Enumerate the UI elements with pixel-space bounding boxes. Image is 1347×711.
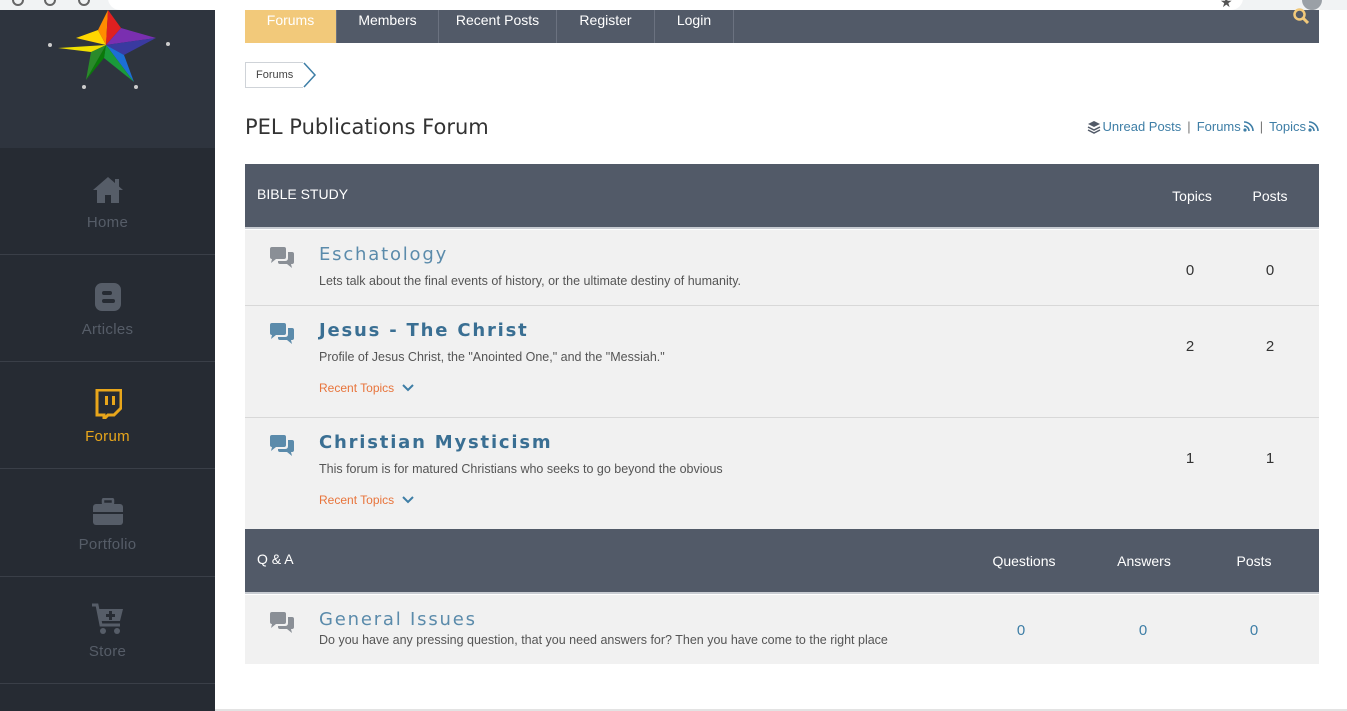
section-header-bible-study: BIBLE STUDY Topics Posts: [245, 164, 1319, 229]
topics-rss-label: Topics: [1269, 119, 1306, 134]
sidebar-item-label: Store: [88, 642, 127, 660]
forums-rss-label: Forums: [1196, 119, 1241, 134]
recent-topics-label: Recent Topics: [319, 493, 395, 507]
reload-icon[interactable]: [78, 0, 90, 6]
column-header-answers: Answers: [1117, 553, 1171, 569]
posts-count: 2: [1265, 338, 1275, 355]
rss-icon: [1308, 121, 1319, 132]
separator: |: [1187, 119, 1191, 134]
column-header-posts: Posts: [1252, 188, 1288, 204]
forward-icon[interactable]: [44, 0, 56, 6]
topics-count: 1: [1185, 450, 1195, 467]
sidebar-item-forum[interactable]: Forum: [0, 362, 215, 469]
unread-posts-label: Unread Posts: [1102, 119, 1182, 134]
logo-area: [0, 10, 215, 148]
forum-row-jesus-the-christ: Jesus - The Christ Profile of Jesus Chri…: [245, 306, 1319, 418]
forum-description: Profile of Jesus Christ, the "Anointed O…: [319, 350, 665, 364]
questions-count: 0: [1016, 622, 1026, 639]
recent-topics-label: Recent Topics: [319, 381, 395, 395]
forum-description: Lets talk about the final events of hist…: [319, 274, 741, 288]
comments-icon: [270, 612, 294, 633]
page-title: PEL Publications Forum: [245, 115, 489, 139]
sidebar-item-label: Articles: [81, 320, 134, 338]
briefcase-icon: [90, 494, 126, 530]
tab-forums[interactable]: Forums: [245, 10, 337, 43]
site-logo[interactable]: [46, 10, 176, 90]
back-icon[interactable]: [12, 0, 24, 6]
sidebar-item-label: Home: [86, 213, 129, 231]
forum-title[interactable]: General Issues: [319, 609, 477, 630]
recent-topics-toggle[interactable]: Recent Topics: [319, 493, 414, 507]
breadcrumb-forums[interactable]: Forums: [245, 62, 304, 88]
section-header-qa: Q & A Questions Answers Posts: [245, 529, 1319, 594]
forum-row-general-issues: General Issues Do you have any pressing …: [245, 595, 1319, 664]
topics-count: 2: [1185, 338, 1195, 355]
twitch-icon: [90, 386, 126, 422]
sidebar-item-portfolio[interactable]: Portfolio: [0, 470, 215, 577]
cart-plus-icon: [90, 601, 126, 637]
posts-count: 0: [1265, 262, 1275, 279]
chevron-down-icon: [402, 384, 414, 392]
rss-icon: [1243, 121, 1254, 132]
sidebar-item-home[interactable]: Home: [0, 148, 215, 255]
tab-login[interactable]: Login: [655, 10, 734, 43]
forum-description: Do you have any pressing question, that …: [319, 633, 888, 647]
recent-topics-toggle[interactable]: Recent Topics: [319, 381, 414, 395]
sidebar-item-articles[interactable]: Articles: [0, 255, 215, 362]
sidebar-item-store[interactable]: Store: [0, 577, 215, 684]
section-name: Q & A: [257, 551, 294, 567]
address-bar[interactable]: [108, 0, 1243, 10]
forums-rss-link[interactable]: Forums: [1197, 119, 1254, 134]
bookmark-star-icon[interactable]: ★: [1220, 0, 1233, 10]
topics-rss-link[interactable]: Topics: [1269, 119, 1319, 134]
posts-count: 1: [1265, 450, 1275, 467]
topics-count: 0: [1185, 262, 1195, 279]
chevron-down-icon: [402, 496, 414, 504]
forum-feed-links: Unread Posts | Forums | Topics: [1087, 119, 1319, 134]
blogger-icon: [90, 279, 126, 315]
sidebar-item-label: Forum: [85, 427, 130, 445]
forum-title[interactable]: Jesus - The Christ: [319, 320, 529, 341]
column-header-questions: Questions: [992, 553, 1056, 569]
layers-icon: [1087, 120, 1100, 134]
browser-chrome: ★: [0, 0, 1347, 10]
tab-recent-posts[interactable]: Recent Posts: [439, 10, 557, 43]
home-icon: [90, 172, 126, 208]
search-icon[interactable]: [1293, 8, 1309, 24]
column-header-posts: Posts: [1236, 553, 1272, 569]
breadcrumb: Forums: [245, 62, 317, 88]
forum-row-christian-mysticism: Christian Mysticism This forum is for ma…: [245, 418, 1319, 530]
forum-title[interactable]: Christian Mysticism: [319, 432, 552, 453]
forum-title[interactable]: Eschatology: [319, 244, 448, 265]
comments-icon: [270, 323, 294, 344]
sidebar-item-label: Portfolio: [78, 535, 137, 553]
posts-count: 0: [1249, 622, 1259, 639]
answers-count: 0: [1138, 622, 1148, 639]
tab-register[interactable]: Register: [557, 10, 655, 43]
separator: |: [1259, 119, 1264, 134]
forum-topnav: Forums Members Recent Posts Register Log…: [245, 8, 1319, 43]
comments-icon: [270, 435, 294, 456]
tab-members[interactable]: Members: [337, 10, 439, 43]
section-name: BIBLE STUDY: [257, 186, 349, 202]
forum-row-eschatology: Eschatology Lets talk about the final ev…: [245, 230, 1319, 306]
unread-posts-link[interactable]: Unread Posts: [1087, 119, 1182, 134]
sidebar: Home Articles Forum Portfolio Store: [0, 10, 215, 711]
chevron-right-icon: [303, 62, 317, 88]
column-header-topics: Topics: [1172, 188, 1212, 204]
forum-description: This forum is for matured Christians who…: [319, 462, 723, 476]
comments-icon: [270, 247, 294, 268]
